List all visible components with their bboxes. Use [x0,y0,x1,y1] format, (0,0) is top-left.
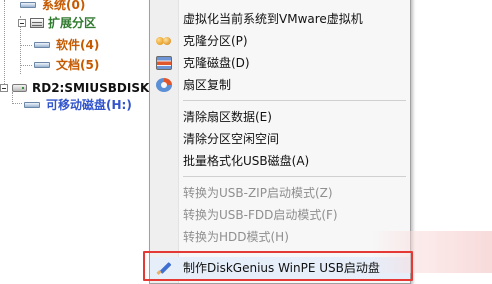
menu-item-convert-usb-fdd[interactable]: 转换为USB-FDD启动模式(F) [150,204,410,226]
tree-item-software-partition[interactable]: 软件(4) [34,36,99,54]
menu-item-virtualize-to-vmware[interactable]: 虚拟化当前系统到VMware虚拟机 [150,8,410,30]
tree-connector-line [12,103,22,104]
tree-connector-line [20,45,32,46]
clone-disk-icon [156,56,172,70]
usb-disk-icon [12,84,27,92]
tree-item-label: RD2:SMIUSBDISK(1 [32,81,164,95]
menu-item-label: 清除扇区数据(E) [183,110,272,124]
tree-item-label: 系统(0) [42,0,86,12]
tree-item-removable-disk[interactable]: 可移动磁盘(H:) [24,96,132,114]
collapse-toggle-icon[interactable] [18,19,26,27]
menu-item-label: 转换为USB-ZIP启动模式(Z) [183,186,333,200]
tree-item-usb-disk[interactable]: RD2:SMIUSBDISK(1 [0,79,163,97]
tree-item-label: 扩展分区 [48,16,97,30]
menu-item-label: 克隆磁盘(D) [183,56,250,70]
menu-item-clear-sector-data[interactable]: 清除扇区数据(E) [150,106,410,128]
highlight-box [143,251,413,281]
partition-drive-icon [20,2,36,8]
extended-partition-icon [30,18,44,28]
clone-partition-icon [156,34,172,48]
tree-item-extended-partition[interactable]: 扩展分区 [18,14,96,32]
sector-copy-icon [156,78,172,92]
partition-drive-icon [24,102,40,108]
menu-item-label: 转换为HDD模式(H) [183,230,289,244]
tree-connector-line [20,65,32,66]
menu-item-clear-free-space[interactable]: 清除分区空闲空间 [150,128,410,150]
menu-item-clone-partition[interactable]: 克隆分区(P) [150,30,410,52]
menu-item-batch-format-usb[interactable]: 批量格式化USB磁盘(A) [150,150,410,172]
menu-item-convert-hdd[interactable]: 转换为HDD模式(H) [150,226,410,248]
partition-drive-icon [34,62,50,68]
menu-item-label: 扇区复制 [183,78,232,92]
tree-item-label: 文档(5) [56,58,100,72]
menu-item-clone-disk[interactable]: 克隆磁盘(D) [150,52,410,74]
menu-separator [183,176,406,177]
collapse-toggle-icon[interactable] [0,84,8,92]
menu-item-label: 虚拟化当前系统到VMware虚拟机 [183,12,363,26]
menu-item-label: 清除分区空闲空间 [183,132,280,146]
disk-tree: 系统(0) 扩展分区 软件(4) 文档(5) RD2:SMIUSBDISK(1 … [0,0,163,273]
menu-item-label: 批量格式化USB磁盘(A) [183,154,310,168]
menu-separator [183,100,406,101]
menu-item-convert-usb-zip[interactable]: 转换为USB-ZIP启动模式(Z) [150,182,410,204]
menu-item-label: 克隆分区(P) [183,34,248,48]
tree-connector-line [4,0,5,86]
menu-item-label: 转换为USB-FDD启动模式(F) [183,208,338,222]
menu-item-sector-copy[interactable]: 扇区复制 [150,74,410,96]
tree-item-label: 可移动磁盘(H:) [46,98,132,112]
tree-item-label: 软件(4) [56,38,100,52]
tree-item-system-partition[interactable]: 系统(0) [20,0,85,14]
partition-drive-icon [34,42,50,48]
tree-item-documents-partition[interactable]: 文档(5) [34,56,99,74]
